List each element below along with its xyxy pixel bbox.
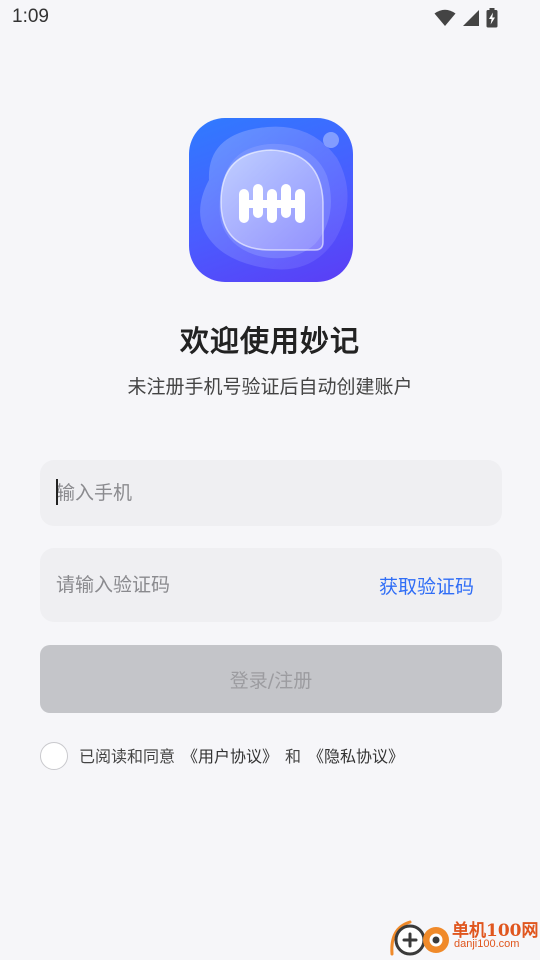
app-logo: [189, 118, 353, 282]
welcome-title: 欢迎使用妙记: [179, 324, 360, 358]
status-time: 1:09: [12, 6, 49, 27]
get-code-button[interactable]: 获取验证码: [379, 548, 474, 622]
miaoji-logo-icon: [200, 126, 348, 270]
battery-charging-icon: [486, 8, 498, 28]
login-register-button[interactable]: 登录/注册: [40, 645, 502, 713]
site-watermark: 单机100网 danji100.com: [388, 912, 539, 958]
text-caret: [56, 479, 58, 505]
status-icons: [434, 8, 498, 28]
cell-signal-icon: [462, 9, 480, 27]
watermark-site-url: danji100.com: [454, 938, 520, 950]
privacy-policy-link[interactable]: 《隐私协议》: [308, 747, 404, 766]
agreement-checkbox[interactable]: [40, 742, 68, 770]
agreement-prefix: 已阅读和同意: [79, 747, 176, 766]
verification-code-input[interactable]: [56, 548, 356, 622]
watermark-logo-icon: [390, 920, 449, 956]
wifi-icon: [434, 9, 456, 27]
agreement-text: 已阅读和同意 《用户协议》和《隐私协议》: [79, 743, 404, 767]
agreement-and: 和: [285, 747, 302, 766]
code-field-container: 获取验证码: [40, 548, 502, 622]
user-agreement-link[interactable]: 《用户协议》: [182, 747, 278, 766]
phone-input[interactable]: [56, 460, 356, 526]
status-bar: 1:09: [0, 0, 540, 36]
welcome-subtitle: 未注册手机号验证后自动创建账户: [127, 376, 413, 398]
phone-field-container: [40, 460, 502, 526]
